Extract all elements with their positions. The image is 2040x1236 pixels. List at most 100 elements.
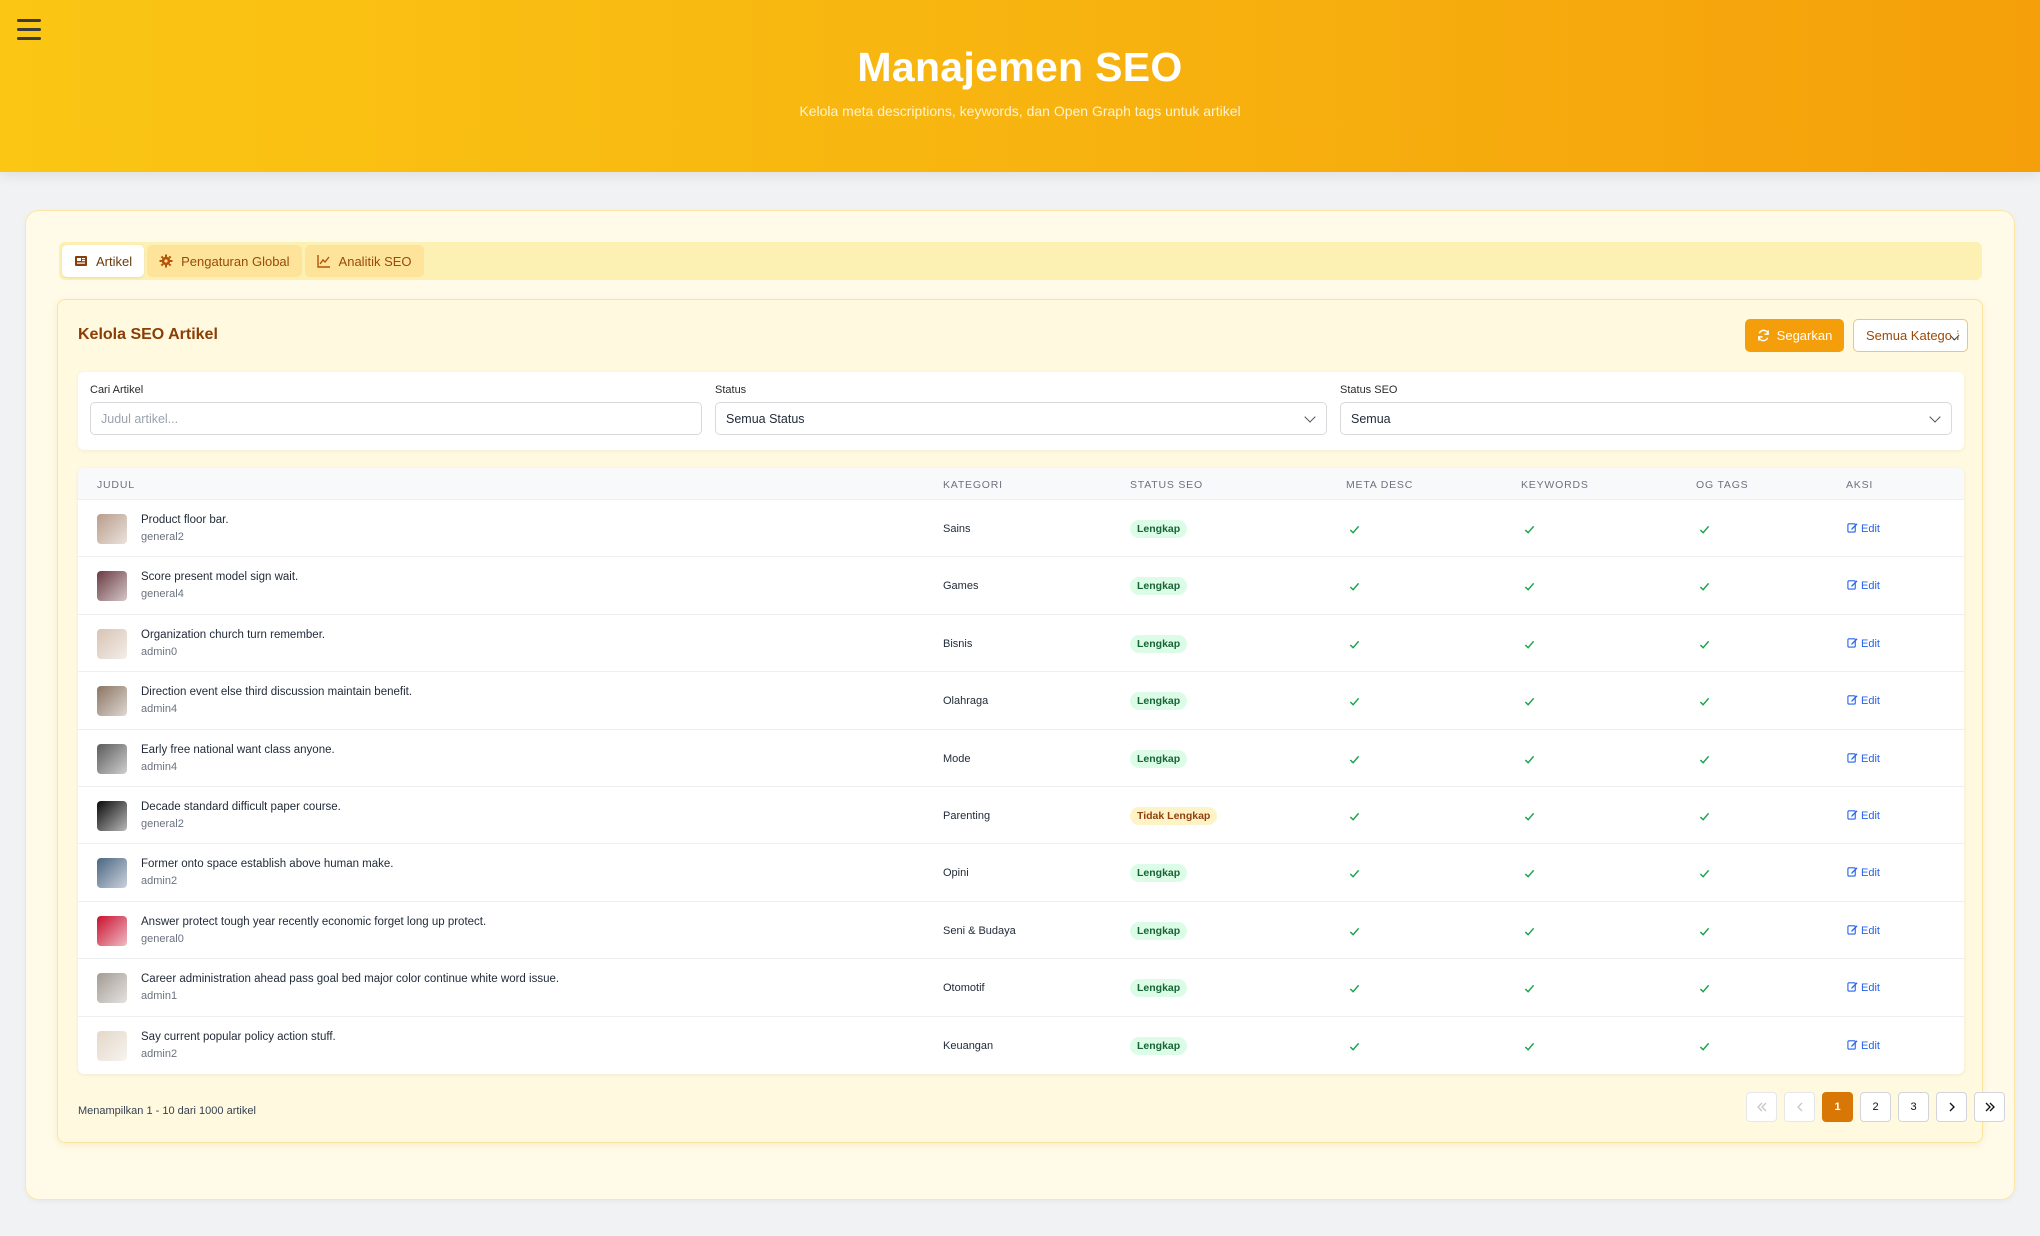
- edit-button[interactable]: Edit: [1847, 809, 1880, 823]
- article-category: Mode: [943, 752, 971, 765]
- edit-label: Edit: [1861, 924, 1880, 937]
- edit-label: Edit: [1861, 752, 1880, 765]
- edit-button[interactable]: Edit: [1847, 752, 1880, 766]
- check-icon: [1699, 694, 1710, 706]
- table-row: Score present model sign wait. general4 Ga…: [78, 557, 1964, 615]
- article-title: Decade standard difficult paper course.: [141, 800, 341, 813]
- edit-button[interactable]: Edit: [1847, 924, 1880, 938]
- pagination: 1 2 3: [1746, 1092, 2005, 1122]
- article-thumbnail: [97, 858, 127, 889]
- tab-artikel[interactable]: Artikel: [62, 245, 145, 277]
- edit-button[interactable]: Edit: [1847, 522, 1880, 536]
- article-thumbnail: [97, 743, 127, 774]
- table-row: Career administration ahead pass goal be…: [78, 959, 1964, 1017]
- check-icon: [1349, 809, 1360, 821]
- table-row: Say current popular policy action stuff.…: [78, 1017, 1964, 1074]
- check-icon: [1524, 1039, 1535, 1051]
- hamburger-menu-icon[interactable]: [17, 19, 41, 41]
- prev-page-button[interactable]: [1784, 1092, 1815, 1122]
- seo-status-badge: Lengkap: [1130, 864, 1188, 883]
- column-header-og-tags: OG Tags: [1696, 479, 1749, 491]
- seo-status-badge: Lengkap: [1130, 749, 1188, 768]
- status-select-value: Semua Status: [726, 411, 805, 426]
- edit-button[interactable]: Edit: [1847, 1039, 1880, 1053]
- page-button-2[interactable]: 2: [1860, 1092, 1891, 1122]
- article-title: Score present model sign wait.: [141, 571, 299, 584]
- edit-icon: [1847, 694, 1858, 708]
- page-button-3[interactable]: 3: [1898, 1092, 1929, 1122]
- seo-status-badge: Lengkap: [1130, 921, 1188, 940]
- article-title: Former onto space establish above human …: [141, 858, 394, 871]
- article-thumbnail: [97, 1030, 127, 1061]
- check-icon: [1699, 1039, 1710, 1051]
- check-icon: [1524, 752, 1535, 764]
- article-thumbnail: [97, 628, 127, 659]
- article-category: Bisnis: [943, 637, 973, 650]
- panel-title: Kelola SEO Artikel: [78, 326, 218, 343]
- edit-button[interactable]: Edit: [1847, 866, 1880, 880]
- pagination-summary: Menampilkan 1 - 10 dari 1000 artikel: [78, 1105, 256, 1117]
- tab-label: Pengaturan Global: [181, 253, 290, 269]
- edit-label: Edit: [1861, 580, 1880, 593]
- page-title: Manajemen SEO: [857, 44, 1183, 90]
- check-icon: [1349, 752, 1360, 764]
- edit-label: Edit: [1861, 1039, 1880, 1052]
- article-thumbnail: [97, 686, 127, 717]
- next-page-button[interactable]: [1936, 1092, 1967, 1122]
- seo-status-select[interactable]: Semua: [1340, 402, 1952, 435]
- edit-button[interactable]: Edit: [1847, 694, 1880, 708]
- seo-status-badge: Lengkap: [1130, 979, 1188, 998]
- edit-icon: [1847, 579, 1858, 593]
- edit-button[interactable]: Edit: [1847, 637, 1880, 651]
- edit-button[interactable]: Edit: [1847, 579, 1880, 593]
- column-header-aksi: Aksi: [1846, 479, 1874, 491]
- status-select[interactable]: Semua Status: [715, 402, 1327, 435]
- check-icon: [1699, 981, 1710, 993]
- page-button-1[interactable]: 1: [1822, 1092, 1853, 1122]
- article-category: Opini: [943, 867, 969, 880]
- chart-line-icon: [316, 255, 330, 268]
- search-input[interactable]: Judul artikel...: [90, 402, 702, 435]
- tab-analitik-seo[interactable]: Analitik SEO: [304, 245, 424, 277]
- articles-table: Judul Kategori Status SEO Meta Desc Keyw…: [78, 468, 1964, 1074]
- check-icon: [1699, 579, 1710, 592]
- check-icon: [1349, 637, 1360, 649]
- tab-pengaturan-global[interactable]: Pengaturan Global: [147, 245, 302, 277]
- article-author: admin1: [141, 990, 178, 1003]
- article-author: general4: [141, 588, 184, 601]
- article-title: Organization church turn remember.: [141, 628, 326, 641]
- chevron-down-icon: [1929, 411, 1941, 423]
- table-body: Product floor bar. general2 Sains Lengkap Ed…: [78, 500, 1964, 1074]
- check-icon: [1524, 981, 1535, 993]
- seo-status-filter: Status SEO Semua: [1340, 384, 1952, 435]
- status-label: Status: [715, 384, 747, 396]
- article-author: general2: [141, 817, 184, 830]
- article-thumbnail: [97, 571, 127, 602]
- edit-icon: [1847, 637, 1858, 651]
- article-thumbnail: [97, 800, 127, 831]
- refresh-button[interactable]: Segarkan: [1745, 319, 1844, 352]
- first-page-button[interactable]: [1746, 1092, 1777, 1122]
- table-row: Former onto space establish above human …: [78, 844, 1964, 902]
- article-title: Direction event else third discussion ma…: [141, 686, 413, 699]
- edit-button[interactable]: Edit: [1847, 981, 1880, 995]
- article-category: Seni & Budaya: [943, 924, 1016, 937]
- refresh-icon: [1757, 329, 1769, 342]
- edit-icon: [1847, 1039, 1858, 1053]
- article-title: Product floor bar.: [141, 514, 229, 526]
- chevron-right-icon: [1949, 1102, 1955, 1112]
- check-icon: [1699, 637, 1710, 649]
- gear-icon: [159, 254, 173, 268]
- tab-label: Artikel: [96, 253, 133, 269]
- check-icon: [1524, 924, 1535, 936]
- edit-icon: [1847, 809, 1858, 823]
- check-icon: [1349, 924, 1360, 936]
- check-icon: [1699, 522, 1710, 534]
- seo-articles-panel: Kelola SEO Artikel Segarkan Semua Katego…: [57, 299, 2005, 1143]
- seo-status-badge: Tidak Lengkap: [1130, 806, 1218, 825]
- category-select[interactable]: Semua Kategori: [1853, 319, 1968, 352]
- seo-status-badge: Lengkap: [1130, 577, 1188, 596]
- last-page-button[interactable]: [1974, 1092, 2005, 1122]
- chevron-left-icon: [1796, 1102, 1802, 1112]
- article-author: admin4: [141, 703, 178, 716]
